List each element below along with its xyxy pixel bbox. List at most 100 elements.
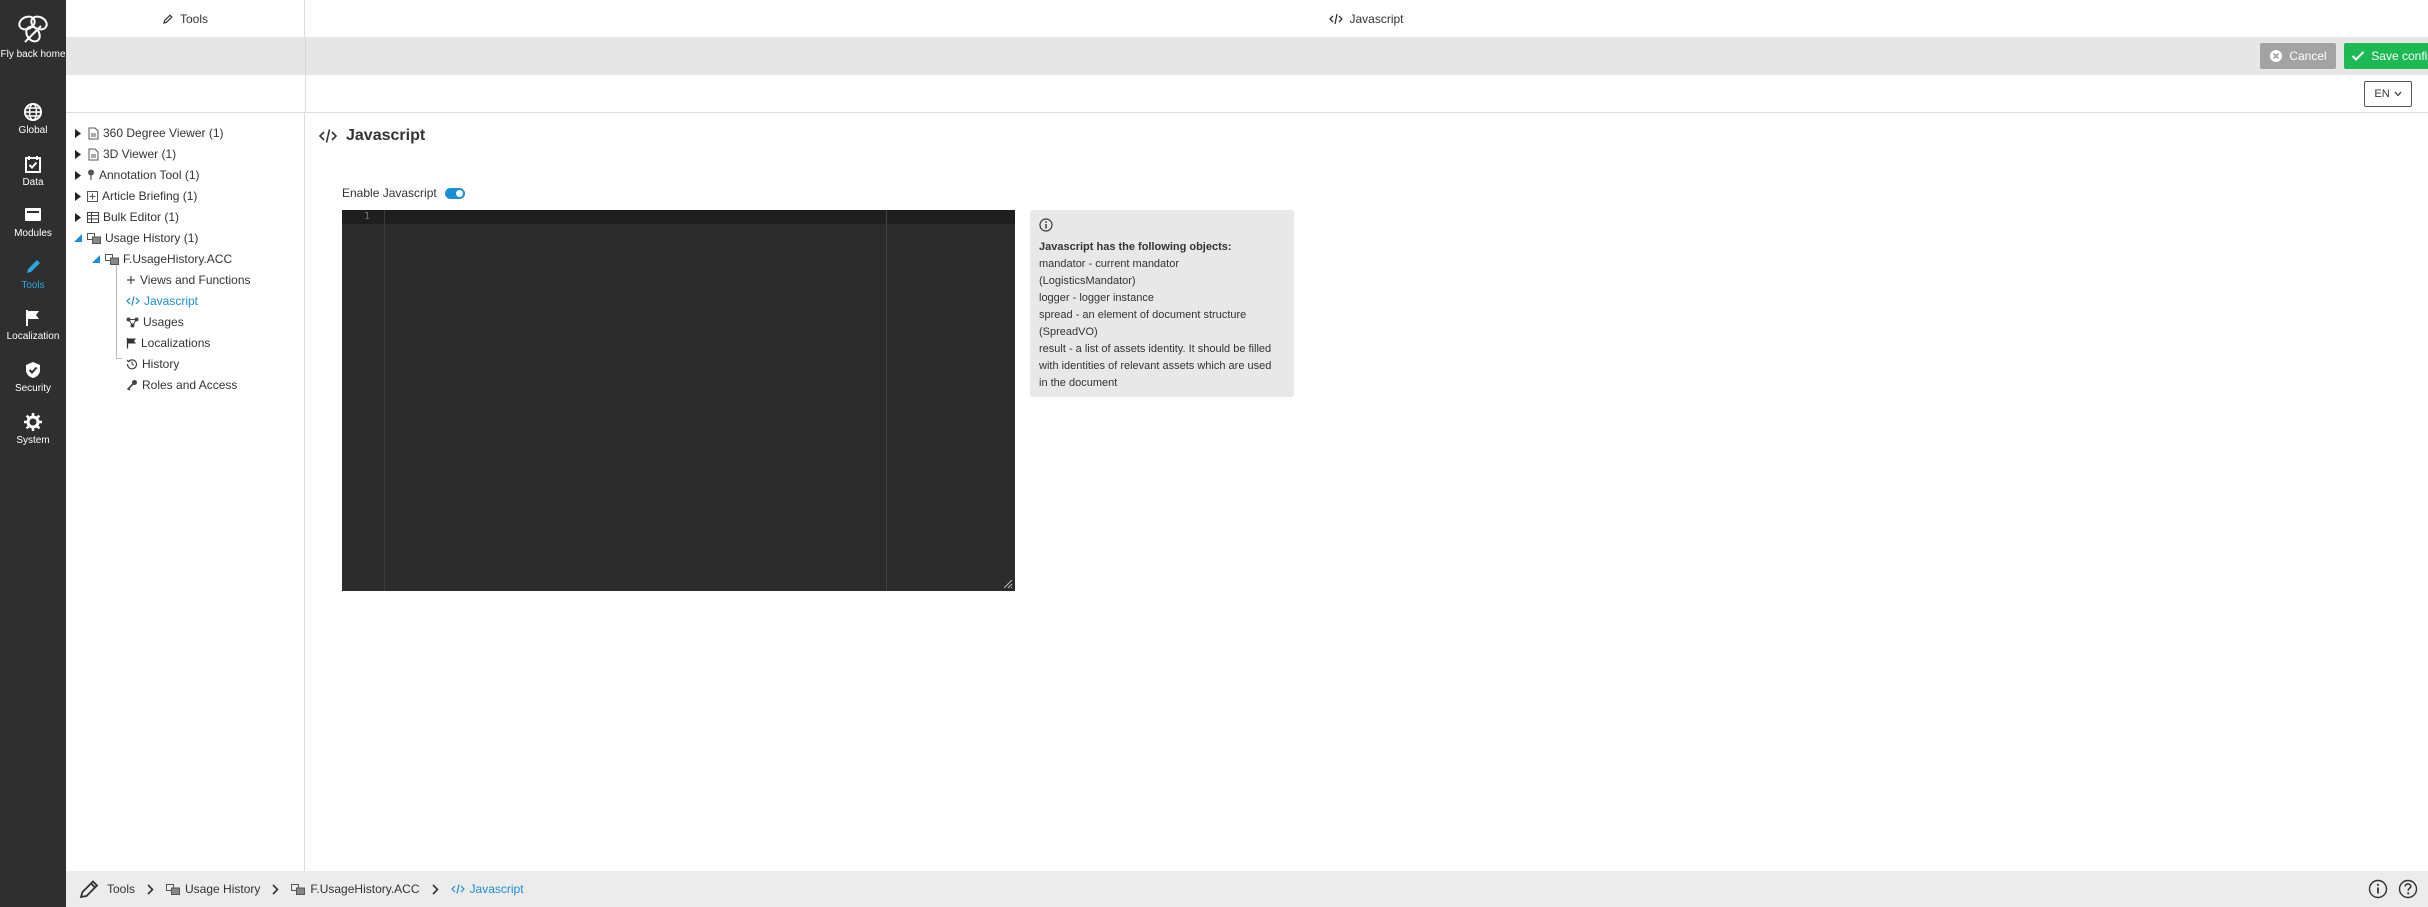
tree-item-label: F.UsageHistory.ACC [123, 252, 233, 266]
rail-item-data[interactable]: Data [0, 154, 66, 188]
tree-item-roles-and-access[interactable]: Roles and Access [126, 376, 237, 394]
info-line: result - a list of assets identity. It s… [1039, 343, 1272, 355]
cancel-circle-icon [2270, 50, 2283, 62]
language-bar: EN [66, 75, 2428, 113]
pin-icon [87, 169, 95, 181]
chevron-down-icon [2394, 91, 2402, 97]
caret-right-icon[interactable] [73, 212, 83, 222]
info-line: in the document [1039, 377, 1118, 389]
rail-item-label: System [16, 435, 50, 446]
caret-right-icon[interactable] [73, 191, 83, 201]
tree-item-views-and-functions[interactable]: Views and Functions [126, 271, 251, 289]
caret-right-icon[interactable] [73, 128, 83, 138]
enable-javascript-toggle[interactable] [444, 187, 465, 199]
breadcrumb-usage-history[interactable]: Usage History [166, 882, 260, 896]
tree-item-label: Annotation Tool (1) [99, 168, 200, 182]
tree-guide-line [116, 259, 117, 358]
line-number: 1 [364, 211, 371, 222]
fly-back-home-button[interactable]: Fly back home [0, 12, 66, 61]
print-margin [886, 210, 887, 591]
tree-item-usage-history[interactable]: Usage History (1) [73, 229, 198, 247]
globe-icon [24, 103, 42, 121]
language-select[interactable]: EN [2364, 81, 2412, 107]
bee-logo-icon [18, 15, 48, 43]
info-line: logger - logger instance [1039, 292, 1154, 304]
rail-item-tools[interactable]: Tools [0, 257, 66, 291]
rail-item-label: Data [22, 177, 44, 188]
tree-item-label: Usages [143, 315, 184, 329]
assets-icon [87, 232, 101, 244]
resize-handle-icon[interactable] [1001, 577, 1013, 589]
tree-item-label: Article Briefing (1) [102, 189, 198, 203]
info-line: mandator - current mandator [1039, 258, 1180, 270]
tree-item-3d-viewer[interactable]: 3D Viewer (1) [73, 145, 176, 163]
tree-item-localizations[interactable]: Localizations [126, 334, 210, 352]
tree-item-usages[interactable]: Usages [126, 313, 184, 331]
calendar-check-icon [25, 156, 41, 173]
caret-expanded-icon[interactable] [73, 234, 83, 242]
rail-item-modules[interactable]: Modules [0, 205, 66, 239]
cancel-label: Cancel [2289, 49, 2327, 63]
caret-right-icon[interactable] [73, 170, 83, 180]
rail-item-label: Tools [21, 280, 45, 291]
page-title-text: Javascript [346, 127, 426, 144]
modules-icon [25, 208, 41, 221]
tools-panel-title: Tools [179, 11, 208, 26]
tree-item-history[interactable]: History [126, 355, 179, 373]
code-icon [318, 129, 338, 143]
rail-item-label: Global [18, 125, 48, 136]
tree-item-article-briefing[interactable]: Article Briefing (1) [73, 187, 197, 205]
breadcrumb: Tools Usage History F.UsageHistory.ACC J… [66, 871, 2428, 907]
rail-item-label: Localization [6, 331, 60, 342]
rail-item-localization[interactable]: Localization [0, 308, 66, 342]
info-line: spread - an element of document structur… [1039, 309, 1247, 321]
tree-item-annotation-tool[interactable]: Annotation Tool (1) [73, 166, 200, 184]
assets-icon [166, 883, 181, 895]
history-icon [126, 358, 138, 370]
breadcrumb-javascript[interactable]: Javascript [450, 882, 524, 896]
tree-item-bulk-editor[interactable]: Bulk Editor (1) [73, 208, 179, 226]
left-rail: Fly back home Global Data Modules Tools … [0, 0, 66, 907]
caret-expanded-icon[interactable] [91, 255, 101, 263]
check-icon [2352, 51, 2365, 61]
gear-icon [24, 413, 42, 431]
shield-icon [26, 362, 40, 378]
fly-back-home-label: Fly back home [0, 49, 66, 60]
pencil-icon [79, 880, 99, 899]
breadcrumb-label: Usage History [185, 882, 261, 896]
subbar-divider [305, 75, 306, 113]
rail-item-system[interactable]: System [0, 412, 66, 446]
gutter-separator [384, 210, 385, 591]
cancel-button[interactable]: Cancel [2260, 43, 2336, 69]
breadcrumb-label: Tools [107, 882, 136, 896]
caret-right-icon[interactable] [73, 149, 83, 159]
tree-item-label: History [142, 357, 180, 371]
tree-item-360-degree-viewer[interactable]: 360 Degree Viewer (1) [73, 124, 224, 142]
help-icon[interactable] [2398, 879, 2418, 899]
flag-icon [126, 337, 137, 349]
tree-item-f-usagehistory-acc[interactable]: F.UsageHistory.ACC [91, 250, 232, 268]
info-icon[interactable] [2368, 879, 2388, 899]
tree-item-label: Localizations [141, 336, 211, 350]
tree-item-javascript[interactable]: Javascript [126, 292, 198, 310]
chevron-right-icon [147, 883, 154, 895]
assets-icon [105, 253, 119, 265]
save-configuration-button[interactable]: Save configuration [2344, 43, 2428, 69]
key-icon [126, 379, 138, 391]
share-nodes-icon [126, 317, 139, 328]
code-icon [126, 296, 140, 306]
rail-item-security[interactable]: Security [0, 360, 66, 394]
save-label: Save configuration [2371, 49, 2428, 63]
code-editor[interactable]: 1 [342, 210, 1015, 591]
chevron-right-icon [431, 883, 439, 895]
tree-item-label: Usage History (1) [105, 231, 199, 245]
rail-item-global[interactable]: Global [0, 102, 66, 136]
document-icon [87, 148, 99, 161]
breadcrumb-tools[interactable]: Tools [78, 878, 135, 900]
info-line: (LogisticsMandator) [1039, 275, 1136, 287]
action-toolbar: Cancel Save configuration [66, 37, 2428, 75]
table-icon [87, 211, 99, 223]
page-title: Javascript [318, 126, 425, 146]
enable-javascript-label: Enable Javascript [342, 186, 437, 200]
breadcrumb-f-usagehistory-acc[interactable]: F.UsageHistory.ACC [291, 882, 420, 896]
